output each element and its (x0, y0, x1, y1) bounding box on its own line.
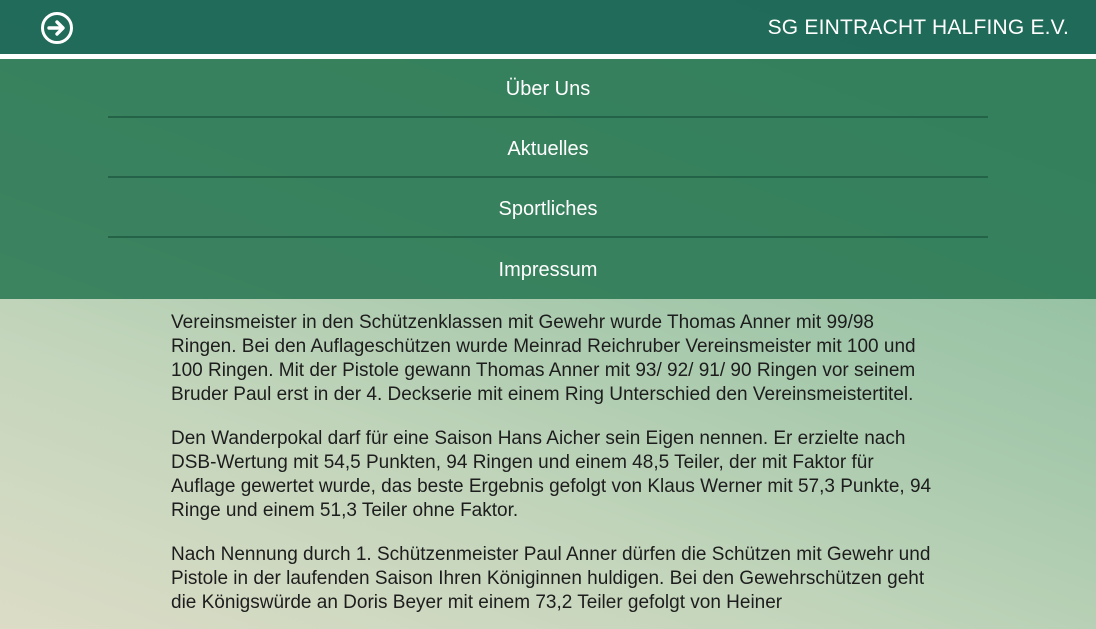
menu-item-aktuelles[interactable]: Aktuelles (108, 119, 988, 179)
article-paragraph-3: Nach Nennung durch 1. Schützenmeister Pa… (171, 544, 931, 613)
site-title[interactable]: SG EINTRACHT HALFING E.V. (768, 15, 1069, 41)
nav-menu: Über Uns Aktuelles Sportliches Impressum (0, 59, 1096, 299)
arrow-right-circle-icon[interactable] (40, 11, 74, 45)
header-bar: SG EINTRACHT HALFING E.V. (0, 0, 1096, 54)
menu-divider (108, 176, 988, 178)
article-paragraph-2: Den Wanderpokal darf für eine Saison Han… (171, 428, 932, 521)
menu-item-impressum[interactable]: Impressum (108, 240, 988, 300)
menu-divider (108, 116, 988, 118)
menu-divider (108, 236, 988, 238)
menu-item-sportliches[interactable]: Sportliches (108, 179, 988, 239)
header-divider (0, 54, 1096, 59)
article-paragraph-1: Vereinsmeister in den Schützenklassen mi… (171, 312, 916, 405)
menu-item-ueber-uns[interactable]: Über Uns (108, 59, 988, 119)
